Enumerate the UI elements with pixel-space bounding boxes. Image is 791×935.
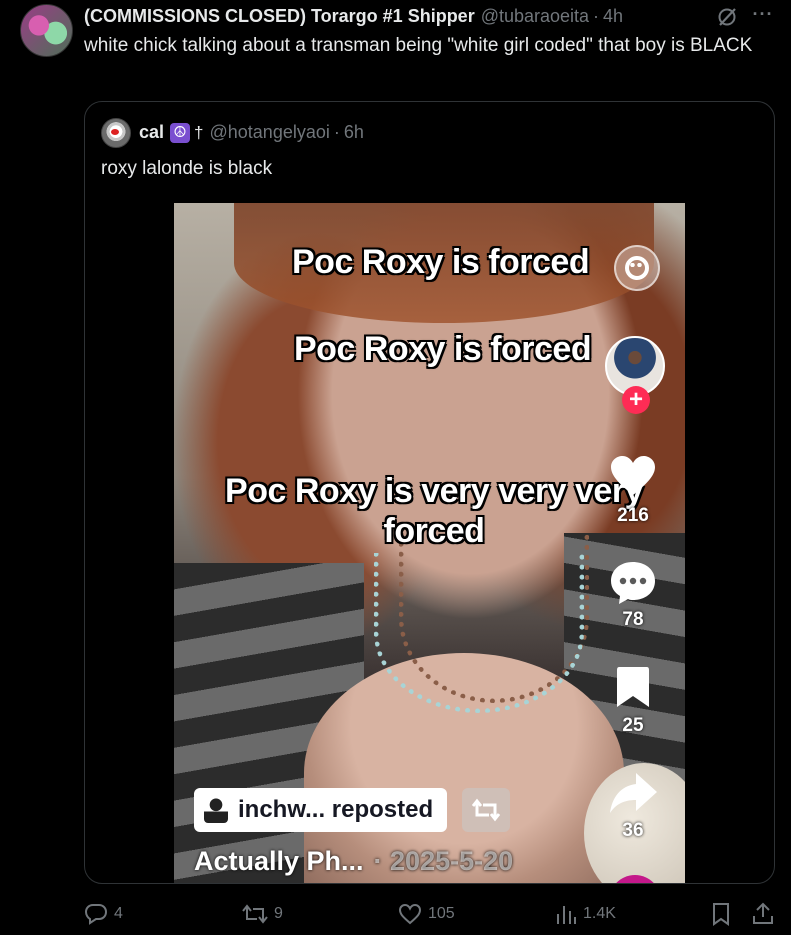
tweet-header: (COMMISSIONS CLOSED) Torargo #1 Shipper … <box>84 4 623 28</box>
video-caption: Actually Ph... · 2025-5-20 <box>194 846 513 877</box>
grok-icon[interactable] <box>716 6 738 28</box>
tweet[interactable]: (COMMISSIONS CLOSED) Torargo #1 Shipper … <box>0 0 791 935</box>
quoted-tweet-text: roxy lalonde is black <box>101 158 273 179</box>
share-button[interactable] <box>751 900 775 928</box>
author-avatar[interactable] <box>20 4 73 57</box>
quoted-tweet-timestamp[interactable]: 6h <box>344 122 364 143</box>
reply-button[interactable]: 4 <box>84 900 123 928</box>
repost-icon <box>242 904 268 924</box>
separator-dot: · <box>593 5 600 26</box>
author-display-name[interactable]: (COMMISSIONS CLOSED) Torargo #1 Shipper <box>84 6 475 27</box>
quoted-author-avatar[interactable] <box>101 118 131 148</box>
avatar-eye <box>111 129 119 135</box>
tweet-text: white chick talking about a transman bei… <box>84 35 753 56</box>
shares-count: 36 <box>622 820 644 841</box>
repost-icon-button[interactable] <box>462 788 510 832</box>
share-arrow-icon[interactable] <box>608 771 658 815</box>
cross-icon: † <box>194 122 204 142</box>
like-count: 105 <box>428 905 455 922</box>
tweet-timestamp[interactable]: 4h <box>603 6 623 27</box>
like-button[interactable]: 105 <box>398 900 455 928</box>
author-handle[interactable]: @tubaraoeita <box>481 6 589 27</box>
repost-count: 9 <box>274 905 283 922</box>
video-overlay-text-3: Poc Roxy is very very very forced <box>225 472 643 550</box>
likes-count: 216 <box>617 505 649 526</box>
repost-button[interactable]: 9 <box>242 900 283 928</box>
embedded-video[interactable]: Poc Roxy is forced Poc Roxy is forced Po… <box>174 203 685 883</box>
reply-count: 4 <box>114 905 123 922</box>
repost-arrows-icon <box>472 798 500 822</box>
captions-icon-ring <box>625 256 649 280</box>
video-overlay-text-1: Poc Roxy is forced <box>292 243 590 281</box>
reposter-avatar <box>204 797 228 823</box>
quoted-tweet[interactable]: cal ☮ † @hotangelyaoi · 6h roxy lalonde … <box>84 101 775 884</box>
peace-sign-icon: ☮ <box>170 122 191 143</box>
bookmark-icon[interactable] <box>616 666 650 708</box>
bookmark-icon <box>713 903 729 926</box>
comment-icon[interactable] <box>609 560 657 606</box>
reply-icon <box>84 904 108 925</box>
video-caption-username[interactable]: Actually Ph... <box>194 846 364 876</box>
more-options-icon[interactable]: ··· <box>750 5 776 28</box>
saves-count: 25 <box>622 715 644 736</box>
video-overlay-text-2: Poc Roxy is forced <box>294 330 592 368</box>
comments-count: 78 <box>622 609 644 630</box>
views-count: 1.4K <box>583 905 616 922</box>
reposted-label: inchw... reposted <box>238 796 434 823</box>
captions-icon[interactable] <box>614 245 660 291</box>
quoted-author-display-name[interactable]: cal <box>139 122 164 143</box>
video-caption-date: · 2025-5-20 <box>373 846 514 876</box>
reposted-badge[interactable]: inchw... reposted <box>194 788 448 832</box>
tweet-action-bar: 4 9 105 1.4K <box>84 900 784 928</box>
bookmark-button[interactable] <box>710 900 732 928</box>
separator-dot: · <box>333 122 340 142</box>
captions-icon-dots <box>629 263 643 267</box>
heart-icon[interactable] <box>610 455 656 497</box>
video-pearl-necklace <box>374 553 584 713</box>
views-icon <box>557 906 576 924</box>
share-icon <box>753 902 773 924</box>
views-button[interactable]: 1.4K <box>555 900 616 928</box>
like-icon <box>398 903 422 925</box>
quoted-tweet-header: cal ☮ † @hotangelyaoi · 6h <box>139 122 364 143</box>
follow-button[interactable]: + <box>622 386 650 414</box>
quoted-author-handle[interactable]: @hotangelyaoi <box>210 122 330 143</box>
